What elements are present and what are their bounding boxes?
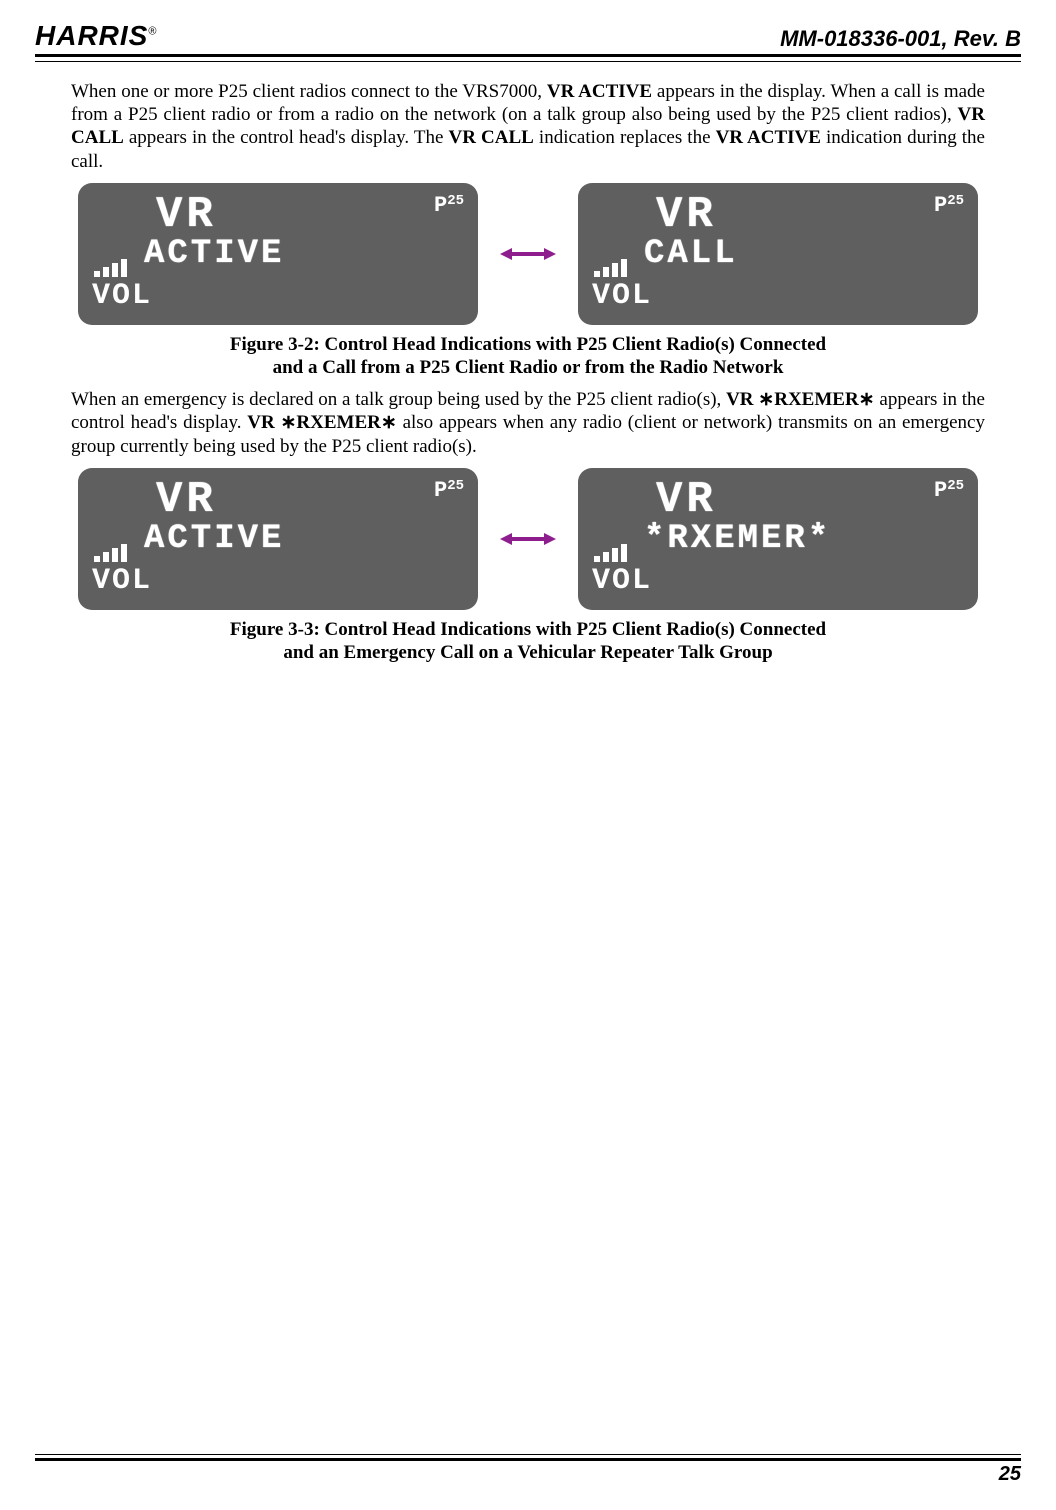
p25-25: 25 xyxy=(947,193,964,209)
p25-25: 25 xyxy=(947,478,964,494)
text: indication replaces the xyxy=(534,127,716,148)
figure-3-3: P25 VR ACTIVE VOL P25 VR *RXEMER* VOL xyxy=(35,468,1021,610)
p25-25: 25 xyxy=(447,478,464,494)
text: When an emergency is declared on a talk … xyxy=(71,389,726,410)
term-vr-call: VR CALL xyxy=(449,127,534,148)
figure-3-2: P25 VR ACTIVE VOL P25 VR CALL VOL xyxy=(35,183,1021,325)
term-vr-active: VR ACTIVE xyxy=(716,127,821,148)
registered-mark: ® xyxy=(148,26,157,38)
paragraph-1: When one or more P25 client radios conne… xyxy=(35,80,1021,173)
signal-icon xyxy=(94,544,127,562)
lcd-display-call: P25 VR CALL VOL xyxy=(578,183,978,325)
lcd-display-rxemer: P25 VR *RXEMER* VOL xyxy=(578,468,978,610)
figure-3-3-caption: Figure 3-3: Control Head Indications wit… xyxy=(35,618,1021,666)
p25-p: P xyxy=(434,478,447,503)
vol-label: VOL xyxy=(92,279,152,313)
signal-icon xyxy=(94,259,127,277)
term-vr-active: VR ACTIVE xyxy=(547,81,652,102)
page-header: HARRIS® MM-018336-001, Rev. B xyxy=(35,20,1021,57)
caption-line2: and a Call from a P25 Client Radio or fr… xyxy=(273,357,784,378)
p25-p: P xyxy=(934,478,947,503)
lcd-line1: VR xyxy=(156,193,464,237)
lcd-display-active: P25 VR ACTIVE VOL xyxy=(78,468,478,610)
double-arrow-icon xyxy=(500,524,556,554)
lcd-line2: ACTIVE xyxy=(144,237,464,273)
lcd-line2: *RXEMER* xyxy=(644,522,964,558)
signal-icon xyxy=(594,259,627,277)
page-footer: 25 xyxy=(35,1454,1021,1486)
text: When one or more P25 client radios conne… xyxy=(71,81,547,102)
vol-label: VOL xyxy=(92,564,152,598)
double-arrow-icon xyxy=(500,239,556,269)
p25-icon: P25 xyxy=(934,193,964,218)
footer-rule-thick xyxy=(35,1458,1021,1461)
p25-p: P xyxy=(934,193,947,218)
page-number: 25 xyxy=(35,1463,1021,1486)
header-rule xyxy=(35,61,1021,62)
caption-line2: and an Emergency Call on a Vehicular Rep… xyxy=(283,642,772,663)
lcd-display-active: P25 VR ACTIVE VOL xyxy=(78,183,478,325)
signal-icon xyxy=(594,544,627,562)
brand-logo: HARRIS® xyxy=(35,20,157,52)
p25-icon: P25 xyxy=(934,478,964,503)
paragraph-2: When an emergency is declared on a talk … xyxy=(35,388,1021,458)
footer-rule-thin xyxy=(35,1454,1021,1455)
lcd-line1: VR xyxy=(656,193,964,237)
p25-icon: P25 xyxy=(434,193,464,218)
p25-p: P xyxy=(434,193,447,218)
brand-text: HARRIS xyxy=(35,20,148,51)
p25-25: 25 xyxy=(447,193,464,209)
caption-line1: Figure 3-3: Control Head Indications wit… xyxy=(230,619,826,640)
figure-3-2-caption: Figure 3-2: Control Head Indications wit… xyxy=(35,333,1021,381)
p25-icon: P25 xyxy=(434,478,464,503)
term-vr-rxemer: VR ∗RXEMER∗ xyxy=(726,389,875,410)
caption-line1: Figure 3-2: Control Head Indications wit… xyxy=(230,334,826,355)
vol-label: VOL xyxy=(592,279,652,313)
document-id: MM-018336-001, Rev. B xyxy=(780,26,1021,52)
lcd-line1: VR xyxy=(656,478,964,522)
vol-label: VOL xyxy=(592,564,652,598)
text: appears in the control head's display. T… xyxy=(124,127,449,148)
lcd-line2: CALL xyxy=(644,237,964,273)
lcd-line2: ACTIVE xyxy=(144,522,464,558)
lcd-line1: VR xyxy=(156,478,464,522)
term-vr-rxemer: VR ∗RXEMER∗ xyxy=(247,412,397,433)
